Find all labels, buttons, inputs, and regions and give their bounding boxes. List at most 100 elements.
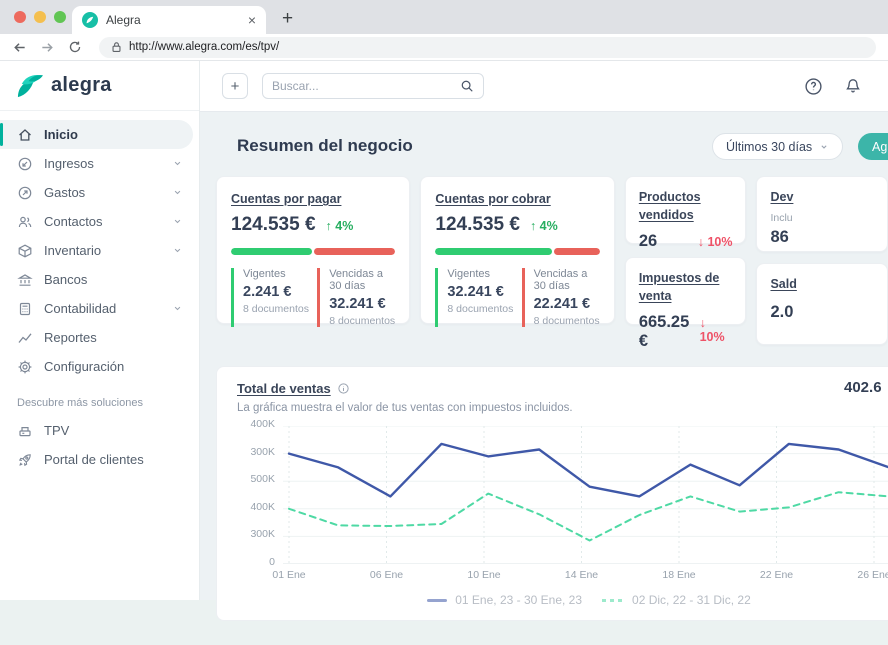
x-axis-labels: 01 Ene06 Ene10 Ene14 Ene18 Ene22 Ene26 E…	[283, 569, 888, 583]
substat-vigentes: Vigentes 32.241 € 8 documentos	[435, 268, 513, 327]
new-tab-button[interactable]: +	[282, 8, 293, 30]
box-icon	[17, 243, 33, 259]
sidebar-item-inventario[interactable]: Inventario	[0, 236, 193, 265]
sidebar-item-portal-de-clientes[interactable]: Portal de clientes	[0, 445, 193, 474]
card-productos-vendidos: Productos vendidos 26 ↓ 10%	[625, 176, 747, 244]
sidebar-item-configuracion[interactable]: Configuración	[0, 352, 193, 381]
legend-item: 02 Dic, 22 - 31 Dic, 22	[602, 593, 751, 607]
window-controls	[14, 11, 66, 23]
sidebar-item-tpv[interactable]: TPV	[0, 416, 193, 445]
card-title-link[interactable]: Productos vendidos	[639, 190, 701, 222]
chevron-down-icon[interactable]	[172, 158, 183, 169]
substat-vencidas: Vencidas a 30 días 32.241 € 8 documentos	[317, 268, 395, 327]
main-area: + Resumen del negocio Últimos 30 días Ag…	[200, 61, 888, 600]
dashboard-content: Resumen del negocio Últimos 30 días Agr …	[200, 112, 888, 621]
chart-subtitle: La gráfica muestra el valor de tus venta…	[237, 402, 573, 414]
card-title-link[interactable]: Sald	[770, 277, 796, 291]
add-button[interactable]: Agr	[858, 133, 888, 160]
bell-icon[interactable]	[844, 77, 862, 95]
chevron-down-icon[interactable]	[172, 303, 183, 314]
x-tick-label: 22 Ene	[747, 569, 807, 581]
address-bar[interactable]: http://www.alegra.com/es/tpv/	[99, 37, 876, 58]
info-icon[interactable]	[337, 382, 350, 395]
chevron-down-icon[interactable]	[172, 216, 183, 227]
card-cutoff-top: Dev Inclu 86	[756, 176, 888, 252]
search-input[interactable]	[272, 79, 454, 93]
series-line	[289, 492, 888, 540]
tab-close-icon[interactable]: ×	[248, 13, 256, 27]
date-range-dropdown[interactable]: Últimos 30 días	[712, 133, 843, 160]
summary-cards-row: Cuentas por pagar 124.535 € ↑ 4% Vigente…	[216, 176, 888, 345]
total-sales-card: Total de ventas La gráfica muestra el va…	[216, 366, 888, 621]
aging-bar-overdue	[554, 248, 599, 255]
sidebar-item-contabilidad[interactable]: Contabilidad	[0, 294, 193, 323]
sidebar-item-label: Portal de clientes	[44, 452, 144, 467]
cutoff-cards-column: Dev Inclu 86 Sald 2.0	[756, 176, 888, 345]
gear-icon	[17, 359, 33, 375]
arrow-up-icon: ↑	[326, 219, 332, 233]
sidebar-item-gastos[interactable]: Gastos	[0, 178, 193, 207]
y-tick-label: 400K	[227, 501, 275, 513]
alegra-favicon	[82, 12, 98, 28]
y-tick-label: 0	[227, 556, 275, 568]
chart-title-link[interactable]: Total de ventas	[237, 381, 331, 396]
sidebar-item-ingresos[interactable]: Ingresos	[0, 149, 193, 178]
sidebar-nav: Inicio Ingresos Gastos Contactos Inventa…	[0, 111, 199, 474]
help-icon[interactable]	[804, 77, 823, 96]
legend-label: 01 Ene, 23 - 30 Ene, 23	[455, 593, 582, 607]
main-topbar: +	[200, 61, 888, 112]
card-impuestos-de-venta: Impuestos de venta 665.25 € ↓ 10%	[625, 257, 747, 325]
calculator-icon	[17, 301, 33, 317]
close-window-button[interactable]	[14, 11, 26, 23]
arrow-up-circle-icon	[17, 185, 33, 201]
sidebar-item-label: Ingresos	[44, 156, 94, 171]
sidebar-item-label: Bancos	[44, 272, 87, 287]
bank-icon	[17, 272, 33, 288]
sidebar-item-label: Inicio	[44, 127, 78, 142]
trend-chart-icon	[17, 330, 33, 346]
x-tick-label: 26 Ene	[844, 569, 888, 581]
card-title-link[interactable]: Cuentas por cobrar	[435, 192, 550, 206]
delta-down: ↓ 10%	[700, 316, 733, 344]
chevron-down-icon[interactable]	[172, 245, 183, 256]
app-shell: alegra Inicio Ingresos Gastos Contactos	[0, 61, 888, 600]
sidebar-item-contactos[interactable]: Contactos	[0, 207, 193, 236]
card-cutoff-bottom: Sald 2.0	[756, 263, 888, 345]
sales-chart-svg	[283, 426, 888, 564]
card-title-link[interactable]: Impuestos de venta	[639, 271, 720, 303]
card-title-link[interactable]: Cuentas por pagar	[231, 192, 341, 206]
sidebar-item-label: Contabilidad	[44, 301, 116, 316]
sidebar-item-label: Inventario	[44, 243, 101, 258]
arrow-down-icon: ↓	[700, 316, 706, 330]
browser-tab[interactable]: Alegra ×	[72, 6, 266, 34]
alegra-logo[interactable]: alegra	[0, 61, 199, 111]
search-bar	[262, 73, 484, 99]
sidebar-item-inicio[interactable]: Inicio	[0, 120, 193, 149]
chevron-down-icon[interactable]	[172, 187, 183, 198]
aging-bar	[435, 248, 599, 255]
sidebar-section-label: Descubre más soluciones	[0, 381, 199, 416]
sidebar-item-reportes[interactable]: Reportes	[0, 323, 193, 352]
card-title-link[interactable]: Dev	[770, 190, 793, 204]
forward-icon[interactable]	[40, 40, 55, 55]
sidebar-item-bancos[interactable]: Bancos	[0, 265, 193, 294]
delta-down: ↓ 10%	[698, 235, 733, 249]
series-line	[289, 444, 888, 497]
legend-solid-line-icon	[427, 599, 447, 602]
brand-name: alegra	[51, 74, 112, 97]
search-icon	[460, 79, 474, 93]
quick-add-button[interactable]: +	[222, 73, 248, 99]
minimize-window-button[interactable]	[34, 11, 46, 23]
back-icon[interactable]	[12, 40, 27, 55]
aging-bar	[231, 248, 395, 255]
delta-up: ↑ 4%	[530, 219, 558, 233]
content-header: Resumen del negocio Últimos 30 días Agr	[216, 128, 888, 164]
maximize-window-button[interactable]	[54, 11, 66, 23]
aging-bar-current	[231, 248, 312, 255]
topbar-right	[804, 77, 866, 96]
sidebar-item-label: Reportes	[44, 330, 97, 345]
aging-bar-current	[435, 248, 552, 255]
reload-icon[interactable]	[68, 40, 82, 54]
card-amount: 124.535 €	[435, 214, 520, 236]
sidebar-item-label: TPV	[44, 423, 69, 438]
